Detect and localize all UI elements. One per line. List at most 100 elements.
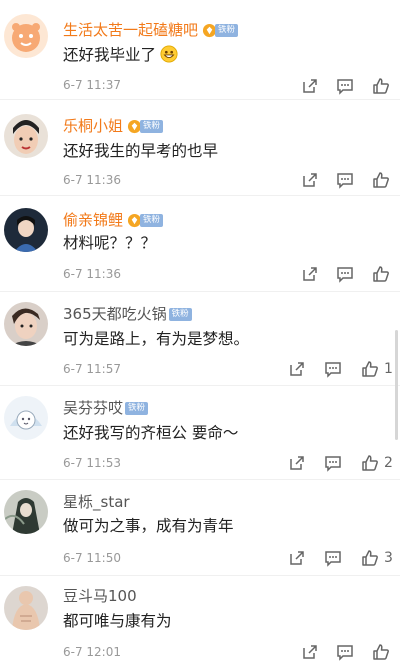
- name-row: 365天都吃火锅 铁粉: [63, 304, 192, 324]
- name-row: 吴芬芬哎 铁粉: [63, 398, 149, 418]
- like-count: 3: [384, 550, 393, 566]
- comment-text[interactable]: 做可为之事，成有为青年: [63, 515, 234, 537]
- comment-item: 星栎_star 做可为之事，成有为青年 6-7 11:50 3: [0, 480, 400, 576]
- comment-button[interactable]: [335, 76, 355, 96]
- share-button[interactable]: [287, 453, 307, 473]
- username[interactable]: 365天都吃火锅: [63, 304, 167, 324]
- timestamp: 6-7 11:53: [63, 456, 121, 470]
- comment-text[interactable]: 还好我写的齐桓公 要命～: [63, 422, 238, 444]
- comment-button[interactable]: [323, 453, 343, 473]
- name-row: 星栎_star: [63, 492, 130, 512]
- username[interactable]: 星栎_star: [63, 492, 130, 512]
- share-button[interactable]: [287, 359, 307, 379]
- like-button[interactable]: [371, 642, 391, 662]
- username[interactable]: 豆斗马100: [63, 586, 137, 606]
- comment-button[interactable]: [323, 359, 343, 379]
- comment-icon: [325, 456, 341, 472]
- badge-label: 铁粉: [168, 307, 192, 321]
- name-row: 偷亲锦鲤 铁粉: [63, 210, 164, 230]
- share-icon: [303, 267, 317, 281]
- comment-item: 吴芬芬哎 铁粉 还好我写的齐桓公 要命～ 6-7 11:53 2: [0, 386, 400, 480]
- like-button[interactable]: [371, 76, 391, 96]
- badge-label: 铁粉: [140, 119, 164, 133]
- comment-list: 生活太苦一起磕糖吧 铁粉 还好我毕业了 6-7 11:37 乐桐小姐 铁粉 还好…: [0, 0, 400, 667]
- username[interactable]: 乐桐小姐: [63, 116, 123, 136]
- avatar[interactable]: [4, 586, 48, 630]
- fan-badge[interactable]: 铁粉: [127, 213, 164, 228]
- comment-icon: [325, 362, 341, 378]
- comment-icon: [337, 79, 353, 95]
- share-button[interactable]: [287, 548, 307, 568]
- share-button[interactable]: [300, 642, 320, 662]
- share-icon: [290, 362, 304, 376]
- scrollbar[interactable]: [395, 330, 398, 440]
- like-icon: [362, 361, 378, 377]
- like-icon: [373, 266, 389, 282]
- comment-item: 365天都吃火锅 铁粉 可为是路上，有为是梦想。 6-7 11:57 1: [0, 292, 400, 386]
- avatar[interactable]: [4, 396, 48, 440]
- comment-text[interactable]: 材料呢？？？: [63, 232, 156, 254]
- comment-text[interactable]: 可为是路上，有为是梦想。: [63, 328, 249, 350]
- fan-badge[interactable]: 铁粉: [125, 401, 149, 416]
- like-icon: [373, 172, 389, 188]
- name-row: 乐桐小姐 铁粉: [63, 116, 164, 136]
- name-row: 豆斗马100: [63, 586, 137, 606]
- comment-button[interactable]: [335, 642, 355, 662]
- like-icon: [373, 644, 389, 660]
- timestamp: 6-7 11:36: [63, 173, 121, 187]
- avatar[interactable]: [4, 14, 48, 58]
- timestamp: 6-7 11:37: [63, 78, 121, 92]
- username[interactable]: 偷亲锦鲤: [63, 210, 123, 230]
- like-count: 1: [384, 361, 393, 377]
- username[interactable]: 生活太苦一起磕糖吧: [63, 20, 198, 40]
- comment-item: 乐桐小姐 铁粉 还好我生的早考的也早 6-7 11:36: [0, 100, 400, 196]
- comment-text[interactable]: 还好我生的早考的也早: [63, 140, 218, 162]
- name-row: 生活太苦一起磕糖吧 铁粉: [63, 20, 239, 40]
- share-button[interactable]: [300, 170, 320, 190]
- like-count: 2: [384, 455, 393, 471]
- comment-button[interactable]: [335, 264, 355, 284]
- avatar[interactable]: [4, 302, 48, 346]
- share-icon: [303, 173, 317, 187]
- timestamp: 6-7 11:57: [63, 362, 121, 376]
- comment-item: 豆斗马100 都可唯与康有为 6-7 12:01: [0, 576, 400, 667]
- like-button[interactable]: 2: [360, 453, 393, 473]
- badge-label: 铁粉: [215, 23, 239, 37]
- share-icon: [303, 79, 317, 93]
- avatar[interactable]: [4, 208, 48, 252]
- share-button[interactable]: [300, 264, 320, 284]
- like-button[interactable]: 1: [360, 359, 393, 379]
- badge-label: 铁粉: [125, 401, 149, 415]
- comment-text[interactable]: 还好我毕业了: [63, 44, 178, 66]
- comment-icon: [337, 173, 353, 189]
- share-icon: [303, 645, 317, 659]
- like-icon: [362, 550, 378, 566]
- comment-button[interactable]: [323, 548, 343, 568]
- like-button[interactable]: [371, 170, 391, 190]
- fan-badge[interactable]: 铁粉: [202, 23, 239, 38]
- fan-badge[interactable]: 铁粉: [127, 119, 164, 134]
- like-icon: [373, 78, 389, 94]
- comment-button[interactable]: [335, 170, 355, 190]
- avatar[interactable]: [4, 490, 48, 534]
- badge-label: 铁粉: [140, 213, 164, 227]
- grin-emoji: [160, 45, 178, 63]
- like-button[interactable]: [371, 264, 391, 284]
- comment-text[interactable]: 都可唯与康有为: [63, 610, 172, 632]
- timestamp: 6-7 12:01: [63, 645, 121, 659]
- comment-item: 生活太苦一起磕糖吧 铁粉 还好我毕业了 6-7 11:37: [0, 0, 400, 100]
- username[interactable]: 吴芬芬哎: [63, 398, 123, 418]
- comment-icon: [337, 267, 353, 283]
- avatar[interactable]: [4, 114, 48, 158]
- like-button[interactable]: 3: [360, 548, 393, 568]
- timestamp: 6-7 11:36: [63, 267, 121, 281]
- comment-icon: [337, 645, 353, 661]
- share-icon: [290, 456, 304, 470]
- like-icon: [362, 455, 378, 471]
- share-button[interactable]: [300, 76, 320, 96]
- timestamp: 6-7 11:50: [63, 551, 121, 565]
- comment-item: 偷亲锦鲤 铁粉 材料呢？？？ 6-7 11:36: [0, 196, 400, 292]
- fan-badge[interactable]: 铁粉: [168, 307, 192, 322]
- share-icon: [290, 551, 304, 565]
- comment-icon: [325, 551, 341, 567]
